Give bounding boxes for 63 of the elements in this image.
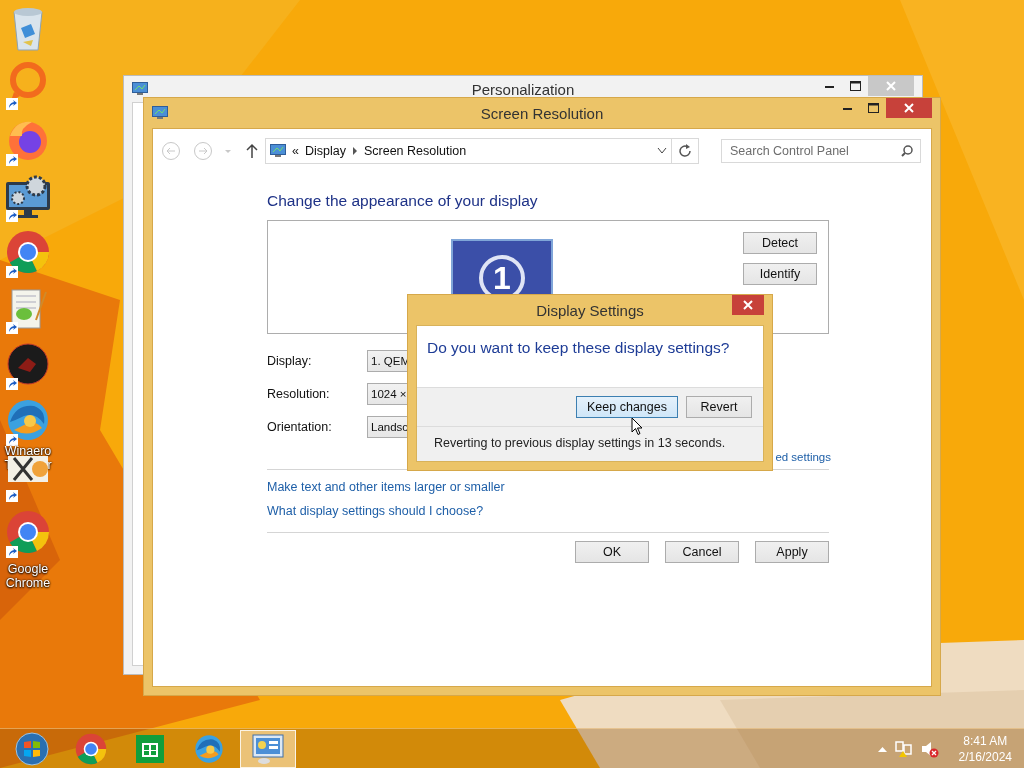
window-app-icon <box>152 106 168 120</box>
close-icon <box>886 81 896 91</box>
notepad-icon[interactable] <box>8 286 48 330</box>
panel-button[interactable]: Identify <box>743 263 817 285</box>
dark-disc-icon[interactable] <box>6 342 50 386</box>
window-app-icon <box>270 144 286 158</box>
chrome-icon <box>75 732 107 765</box>
store-icon <box>134 732 166 765</box>
address-bar[interactable]: « Display Screen Resolution <box>265 138 672 164</box>
setting-label: Resolution: <box>267 387 331 401</box>
close-button[interactable] <box>732 295 764 315</box>
advanced-settings-link[interactable]: ed settings <box>775 451 831 463</box>
maximize-icon[interactable] <box>849 81 861 91</box>
start-orb-icon <box>15 731 49 766</box>
dialog-button[interactable]: Cancel <box>665 541 739 563</box>
breadcrumb-arrow-icon <box>351 147 358 155</box>
maximize-icon[interactable] <box>867 103 879 113</box>
breadcrumb-item[interactable]: Display <box>304 144 346 158</box>
gear-monitor-icon[interactable] <box>4 174 52 220</box>
clock-time: 8:41 AM <box>963 732 1008 749</box>
window-title: Personalization <box>471 80 575 98</box>
search-field[interactable]: Search Control Panel <box>721 139 921 163</box>
window-title: Screen Resolution <box>480 104 604 122</box>
setting-dropdown[interactable]: Landsc <box>367 416 409 438</box>
close-icon <box>743 300 753 310</box>
network-icon[interactable] <box>894 739 913 758</box>
minimize-icon[interactable] <box>842 106 852 110</box>
close-icon <box>904 103 914 113</box>
refresh-icon <box>678 144 692 158</box>
taskbar-button[interactable] <box>240 729 296 768</box>
dialog-button[interactable]: Keep changes <box>576 396 678 418</box>
desktop-icon-label: Google Chrome <box>4 562 52 590</box>
setting-label: Display: <box>267 354 313 368</box>
close-button[interactable] <box>886 98 932 118</box>
dropdown-caret-icon[interactable] <box>657 147 667 155</box>
swirl-icon <box>194 733 224 764</box>
tray-caret-icon[interactable] <box>877 745 887 752</box>
dialog-button[interactable]: Revert <box>686 396 752 418</box>
app-tile-icon[interactable] <box>6 454 50 484</box>
help-link[interactable]: Make text and other items larger or smaller <box>267 480 505 494</box>
mouse-cursor-icon <box>631 417 643 436</box>
swirl-icon[interactable] <box>6 398 50 442</box>
breadcrumb-item[interactable]: Screen Resolution <box>363 144 467 158</box>
address-separator: « <box>292 144 299 158</box>
chrome-icon[interactable] <box>6 510 50 554</box>
setting-label: Orientation: <box>267 420 333 434</box>
dialog-question: Do you want to keep these display settings? <box>426 338 731 358</box>
setting-dropdown[interactable]: 1024 × <box>367 383 407 405</box>
clock-date: 2/16/2024 <box>958 748 1012 765</box>
refresh-button[interactable] <box>671 138 699 164</box>
page-heading: Change the appearance of your display <box>267 192 539 210</box>
countdown-text: Reverting to previous display settings in 13 seconds. <box>417 427 763 461</box>
search-icon <box>901 145 913 157</box>
control-panel-icon <box>251 732 285 765</box>
window-app-icon <box>132 82 148 96</box>
up-arrow-icon[interactable] <box>245 143 259 159</box>
muted-speaker-icon[interactable] <box>920 739 939 758</box>
dialog-button[interactable]: OK <box>575 541 649 563</box>
help-link[interactable]: What display settings should I choose? <box>267 504 484 518</box>
chrome-icon[interactable] <box>6 230 50 274</box>
minimize-icon[interactable] <box>824 84 834 88</box>
panel-button[interactable]: Detect <box>743 232 817 254</box>
dialog-button[interactable]: Apply <box>755 541 829 563</box>
